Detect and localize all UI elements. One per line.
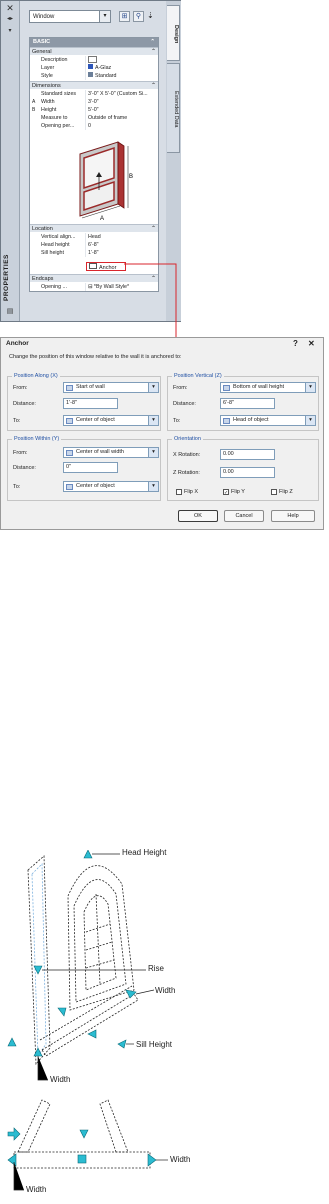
select-value: Center of object (76, 483, 115, 489)
select-value: Head of object (233, 417, 269, 423)
from-label: From: (13, 450, 28, 456)
wall-width-icon (66, 450, 73, 456)
chevron-down-icon[interactable]: ▾ (148, 482, 158, 491)
within-from-select[interactable]: Center of wall width ▾ (63, 447, 159, 458)
along-distance-input[interactable]: 1'-8" (63, 398, 118, 409)
help-icon[interactable]: ? (293, 339, 298, 348)
cancel-button[interactable]: Cancel (224, 510, 264, 522)
wall-start-icon (66, 385, 73, 391)
flip-arrow-grip[interactable] (57, 1007, 67, 1017)
anchor-dialog: Anchor ? ✕ Change the position of this w… (0, 337, 324, 530)
window-plan-illustration (7, 1099, 168, 1191)
checkbox-label: Flip Y (231, 489, 245, 495)
distance-label: Distance: (13, 401, 36, 407)
along-from-select[interactable]: Start of wall ▾ (63, 382, 159, 393)
close-icon[interactable]: ✕ (308, 339, 315, 348)
select-value: Center of object (76, 417, 115, 423)
dialog-title: Anchor (6, 340, 29, 347)
flip-y-checkbox[interactable]: ✓ Flip Y (223, 488, 245, 496)
ok-button[interactable]: OK (178, 510, 218, 522)
plan-width-grip-left[interactable] (7, 1153, 17, 1167)
z-rotation-input[interactable]: 0.00 (220, 467, 275, 478)
checkbox-box[interactable] (271, 488, 277, 495)
window-grip-illustration (7, 850, 155, 1081)
flip-left-grip[interactable] (7, 1037, 17, 1047)
label-head-height: Head Height (122, 848, 167, 857)
plan-width-grip-right[interactable] (147, 1153, 157, 1167)
head-height-grip[interactable] (83, 850, 93, 859)
group-position-vertical: Position Vertical (Z) From: Bottom of wa… (167, 373, 319, 431)
label-sill-height: Sill Height (136, 1040, 173, 1049)
group-orientation: Orientation X Rotation: 0.00 Z Rotation:… (167, 436, 319, 501)
wall-bottom-icon (223, 385, 230, 391)
within-distance-input[interactable]: 0" (63, 462, 118, 473)
sill-grip[interactable] (87, 1029, 97, 1039)
select-value: Center of wall width (76, 449, 124, 455)
object-head-icon (223, 418, 230, 424)
vertical-to-select[interactable]: Head of object ▾ (220, 415, 316, 426)
x-rotation-input[interactable]: 0.00 (220, 449, 275, 460)
distance-label: Distance: (13, 465, 36, 471)
object-center-icon (66, 418, 73, 424)
to-label: To: (13, 418, 21, 424)
label-width-right: Width (155, 986, 176, 995)
within-to-select[interactable]: Center of object ▾ (63, 481, 159, 492)
vertical-distance-input[interactable]: 6'-8" (220, 398, 275, 409)
chevron-down-icon[interactable]: ▾ (148, 448, 158, 457)
chevron-down-icon[interactable]: ▾ (148, 416, 158, 425)
window-wireframe (27, 855, 139, 1066)
sill-height-grip[interactable] (117, 1039, 127, 1049)
label-rise: Rise (148, 964, 165, 973)
plan-flip-arrow-down[interactable] (79, 1129, 89, 1139)
select-value: Bottom of wall height (233, 384, 285, 390)
width-grip-right[interactable] (125, 989, 137, 999)
z-rotation-label: Z Rotation: (173, 470, 200, 476)
object-center-icon (66, 484, 73, 490)
chevron-down-icon[interactable]: ▾ (305, 383, 315, 392)
group-title: Position Vertical (Z) (172, 373, 224, 379)
callout-line (124, 263, 177, 339)
plan-label-width-bottom: Width (26, 1185, 47, 1194)
to-label: To: (13, 484, 21, 490)
from-label: From: (173, 385, 188, 391)
checkbox-label: Flip Z (279, 489, 293, 495)
group-position-along: Position Along (X) From: Start of wall ▾… (7, 373, 161, 431)
group-title: Position Within (Y) (12, 436, 62, 442)
dialog-description: Change the position of this window relat… (9, 354, 182, 360)
group-position-within: Position Within (Y) From: Center of wall… (7, 436, 161, 501)
to-label: To: (173, 418, 181, 424)
callout-leader (124, 263, 177, 339)
vertical-from-select[interactable]: Bottom of wall height ▾ (220, 382, 316, 393)
checkbox-label: Flip X (184, 489, 199, 495)
chevron-down-icon[interactable]: ▾ (148, 383, 158, 392)
group-title: Orientation (172, 436, 203, 442)
chevron-down-icon[interactable]: ▾ (305, 416, 315, 425)
plan-label-width-right: Width (170, 1155, 191, 1164)
label-width-bottom: Width (50, 1075, 71, 1084)
grips (7, 850, 137, 1057)
from-label: From: (13, 385, 28, 391)
x-rotation-label: X Rotation: (173, 452, 201, 458)
plan-center-grip[interactable] (77, 1154, 87, 1164)
flip-z-checkbox[interactable]: Flip Z (271, 488, 293, 496)
checkbox-check-icon[interactable]: ✓ (223, 488, 229, 496)
flip-x-checkbox[interactable]: Flip X (176, 488, 198, 496)
select-value: Start of wall (76, 384, 105, 390)
group-title: Position Along (X) (12, 373, 60, 379)
help-button[interactable]: Help (271, 510, 315, 522)
plan-flip-arrow-left[interactable] (7, 1127, 21, 1141)
distance-label: Distance: (173, 401, 196, 407)
checkbox-box[interactable] (176, 488, 182, 495)
along-to-select[interactable]: Center of object ▾ (63, 415, 159, 426)
